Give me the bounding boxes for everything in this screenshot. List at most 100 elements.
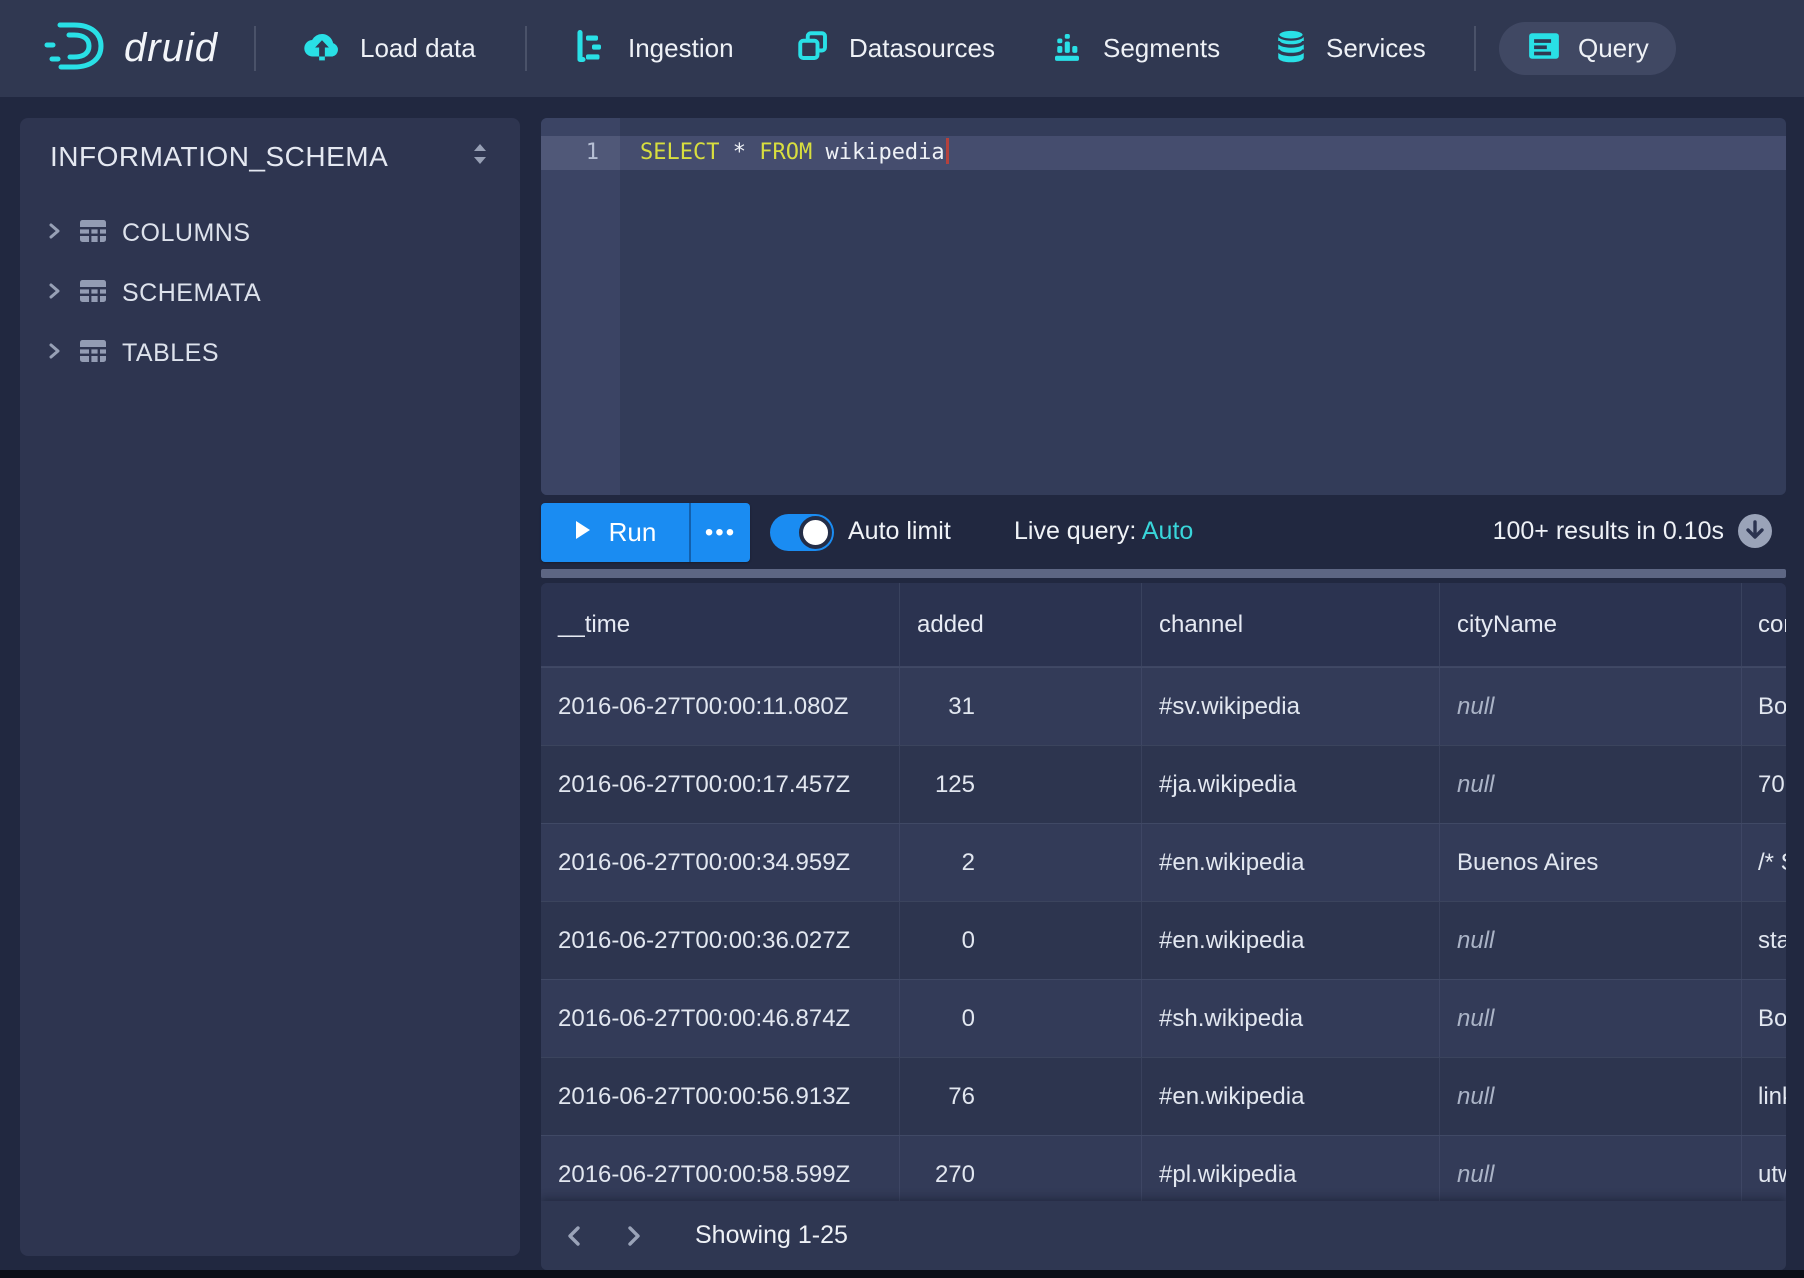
cell-__time[interactable]: 2016-06-27T00:00:17.457Z xyxy=(541,746,900,823)
run-split-button: Run ••• xyxy=(541,503,750,562)
druid-logo[interactable]: druid xyxy=(40,0,218,97)
bottom-edge xyxy=(0,1270,1804,1278)
bar-chart-icon xyxy=(1049,28,1085,69)
run-button[interactable]: Run xyxy=(541,503,689,562)
brand-wordmark: druid xyxy=(124,26,218,71)
cell-cityName[interactable]: null xyxy=(1440,668,1742,745)
top-nav: druid Load data xyxy=(0,0,1804,97)
live-query-label: Live query: xyxy=(1014,517,1136,545)
cell-comment[interactable]: /* S xyxy=(1742,824,1786,901)
nav-item-load-data[interactable]: Load data xyxy=(302,0,476,97)
tree-item-schemata[interactable]: SCHEMATA xyxy=(20,263,520,323)
gantt-chart-icon xyxy=(574,28,610,69)
auto-limit-toggle[interactable] xyxy=(770,514,834,551)
live-query-value[interactable]: Auto xyxy=(1142,517,1193,545)
play-icon xyxy=(574,519,592,546)
results-table: __timeaddedchannelcityNamecomment 2016-0… xyxy=(541,583,1786,1270)
column-header-comment[interactable]: comment xyxy=(1742,583,1786,666)
cell-__time[interactable]: 2016-06-27T00:00:36.027Z xyxy=(541,902,900,979)
cell-__time[interactable]: 2016-06-27T00:00:11.080Z xyxy=(541,668,900,745)
nav-item-label: Load data xyxy=(360,33,476,64)
cell-added[interactable]: 0 xyxy=(900,980,1142,1057)
tree-item-tables[interactable]: TABLES xyxy=(20,323,520,383)
column-header-cityName[interactable]: cityName xyxy=(1440,583,1742,666)
cell-__time[interactable]: 2016-06-27T00:00:56.913Z xyxy=(541,1058,900,1135)
tree-item-label: COLUMNS xyxy=(122,219,251,248)
results-summary: 100+ results in 0.10s xyxy=(1320,517,1724,546)
table-row: 2016-06-27T00:00:36.027Z0#en.wikipedianu… xyxy=(541,901,1786,979)
chevron-right-icon xyxy=(44,221,64,246)
cell-added[interactable]: 76 xyxy=(900,1058,1142,1135)
sql-code-line[interactable]: SELECT * FROM wikipedia xyxy=(640,136,949,170)
nav-item-services[interactable]: Services xyxy=(1274,0,1426,97)
cell-__time[interactable]: 2016-06-27T00:00:46.874Z xyxy=(541,980,900,1057)
horizontal-scrollbar[interactable] xyxy=(541,569,1786,578)
nav-item-datasources[interactable]: Datasources xyxy=(795,0,995,97)
line-number: 1 xyxy=(541,136,620,170)
next-page-button[interactable] xyxy=(623,1224,647,1248)
schema-tree: COLUMNS SCHEMATA xyxy=(20,203,520,383)
cell-cityName[interactable]: null xyxy=(1440,902,1742,979)
cell-channel[interactable]: #en.wikipedia xyxy=(1142,1058,1440,1135)
pagination-label: Showing 1-25 xyxy=(695,1221,848,1250)
auto-limit-label: Auto limit xyxy=(848,517,951,546)
schema-header: INFORMATION_SCHEMA xyxy=(20,118,520,173)
sql-token-keyword: FROM xyxy=(759,140,812,165)
cell-__time[interactable]: 2016-06-27T00:00:34.959Z xyxy=(541,824,900,901)
table-row: 2016-06-27T00:00:17.457Z125#ja.wikipedia… xyxy=(541,745,1786,823)
cell-added[interactable]: 31 xyxy=(900,668,1142,745)
download-button[interactable] xyxy=(1737,513,1773,549)
cell-added[interactable]: 125 xyxy=(900,746,1142,823)
cell-channel[interactable]: #sh.wikipedia xyxy=(1142,980,1440,1057)
chevron-right-icon xyxy=(44,281,64,306)
sql-token-plain: wikipedia xyxy=(812,140,944,165)
tree-item-columns[interactable]: COLUMNS xyxy=(20,203,520,263)
database-icon xyxy=(1274,27,1308,70)
cell-channel[interactable]: #sv.wikipedia xyxy=(1142,668,1440,745)
cell-cityName[interactable]: null xyxy=(1440,746,1742,823)
schema-title: INFORMATION_SCHEMA xyxy=(50,141,388,173)
run-button-label: Run xyxy=(609,517,657,548)
cell-cityName[interactable]: Buenos Aires xyxy=(1440,824,1742,901)
column-header-added[interactable]: added xyxy=(900,583,1142,666)
table-header-row: __timeaddedchannelcityNamecomment xyxy=(541,583,1786,667)
cell-comment[interactable]: link xyxy=(1742,1058,1786,1135)
druid-logo-icon xyxy=(40,18,112,79)
cell-added[interactable]: 0 xyxy=(900,902,1142,979)
run-more-button[interactable]: ••• xyxy=(689,503,750,562)
cell-comment[interactable]: sta xyxy=(1742,902,1786,979)
cell-comment[interactable]: Bot xyxy=(1742,668,1786,745)
table-row: 2016-06-27T00:00:11.080Z31#sv.wikipedian… xyxy=(541,667,1786,745)
nav-item-label: Segments xyxy=(1103,33,1220,64)
cell-comment[interactable]: 70. xyxy=(1742,746,1786,823)
nav-item-label: Query xyxy=(1578,33,1649,64)
cell-comment[interactable]: Bot xyxy=(1742,980,1786,1057)
sql-editor[interactable]: 1 SELECT * FROM wikipedia xyxy=(541,118,1786,495)
tree-item-label: TABLES xyxy=(122,339,219,368)
nav-item-query-active[interactable]: Query xyxy=(1499,22,1676,75)
table-grid-icon xyxy=(78,338,108,369)
cell-added[interactable]: 2 xyxy=(900,824,1142,901)
stacked-squares-icon xyxy=(795,28,831,69)
cell-channel[interactable]: #en.wikipedia xyxy=(1142,824,1440,901)
nav-item-segments[interactable]: Segments xyxy=(1049,0,1220,97)
tree-item-label: SCHEMATA xyxy=(122,279,261,308)
cell-channel[interactable]: #en.wikipedia xyxy=(1142,902,1440,979)
prev-page-button[interactable] xyxy=(563,1224,587,1248)
column-header-channel[interactable]: channel xyxy=(1142,583,1440,666)
schema-sidebar: INFORMATION_SCHEMA xyxy=(20,118,520,1256)
sql-token-keyword: SELECT xyxy=(640,140,719,165)
nav-item-label: Services xyxy=(1326,33,1426,64)
sql-token-plain: * xyxy=(719,140,759,165)
console-icon xyxy=(1527,30,1561,67)
nav-item-ingestion[interactable]: Ingestion xyxy=(574,0,734,97)
editor-gutter xyxy=(541,118,620,495)
column-header-__time[interactable]: __time xyxy=(541,583,900,666)
double-caret-vertical-icon[interactable] xyxy=(468,140,492,173)
live-query: Live query: Auto xyxy=(1014,517,1193,546)
cell-cityName[interactable]: null xyxy=(1440,980,1742,1057)
druid-console: druid Load data xyxy=(0,0,1804,1278)
nav-item-label: Datasources xyxy=(849,33,995,64)
cell-channel[interactable]: #ja.wikipedia xyxy=(1142,746,1440,823)
cell-cityName[interactable]: null xyxy=(1440,1058,1742,1135)
